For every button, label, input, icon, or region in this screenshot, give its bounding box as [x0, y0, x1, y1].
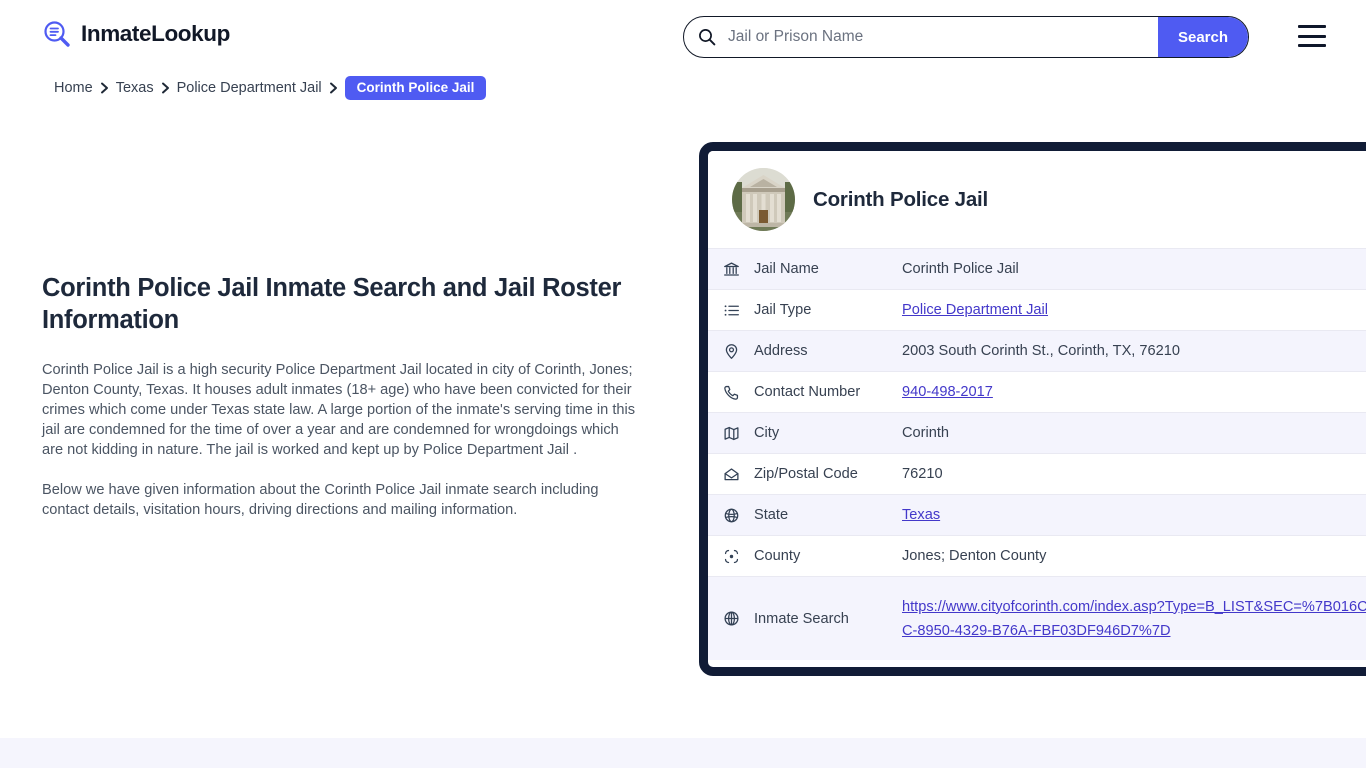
- envelope-icon: [708, 466, 754, 483]
- search-button[interactable]: Search: [1158, 17, 1248, 57]
- jail-details-table: Jail Name Corinth Police Jail Jail Type Pol…: [708, 248, 1366, 660]
- row-label: County: [754, 548, 801, 564]
- search-icon: [698, 28, 716, 46]
- table-row: City Corinth: [708, 412, 1366, 453]
- card-header: Corinth Police Jail: [708, 151, 1366, 248]
- row-label: Address: [754, 343, 808, 359]
- map-pin-icon: [708, 343, 754, 360]
- search-input[interactable]: [716, 17, 1158, 57]
- table-row: Jail Name Corinth Police Jail: [708, 248, 1366, 289]
- chevron-right-icon: [329, 82, 337, 94]
- row-value[interactable]: Police Department Jail: [902, 302, 1366, 318]
- article-column: Corinth Police Jail Inmate Search and Ja…: [42, 272, 642, 540]
- list-icon: [708, 302, 754, 319]
- county-icon: [708, 548, 754, 565]
- row-value-link[interactable]: Police Department Jail: [902, 302, 1048, 318]
- row-label: Jail Type: [754, 302, 812, 318]
- hamburger-bar: [1298, 34, 1326, 38]
- web-icon: [708, 610, 754, 627]
- table-row: State Texas: [708, 494, 1366, 535]
- row-label: Contact Number: [754, 384, 861, 400]
- row-value: Corinth Police Jail: [902, 261, 1019, 277]
- map-icon: [708, 425, 754, 442]
- globe-icon: [708, 507, 754, 524]
- row-value[interactable]: 940-498-2017: [902, 384, 1366, 400]
- row-value: Jones; Denton County: [902, 548, 1047, 564]
- card-title: Corinth Police Jail: [813, 187, 989, 211]
- row-label: City: [754, 425, 780, 441]
- row-label: State: [754, 507, 789, 523]
- footer-band: [0, 738, 1366, 768]
- logo-text: InmateLookup: [81, 21, 230, 46]
- hamburger-menu-icon[interactable]: [1298, 25, 1326, 47]
- row-label: Zip/Postal Code: [754, 466, 858, 482]
- breadcrumb-link-1[interactable]: Texas: [116, 78, 154, 98]
- jail-info-card: Corinth Police Jail Jail Name Corinth Pol…: [699, 142, 1366, 676]
- breadcrumb-link-0[interactable]: Home: [54, 78, 93, 98]
- hamburger-bar: [1298, 25, 1326, 28]
- intro-paragraph: Corinth Police Jail is a high security P…: [42, 362, 636, 458]
- bank-icon: [708, 261, 754, 278]
- breadcrumb-link-2[interactable]: Police Department Jail: [177, 78, 322, 98]
- magnifier-list-icon: [42, 19, 72, 49]
- phone-icon: [708, 384, 754, 401]
- table-row: Contact Number 940-498-2017: [708, 371, 1366, 412]
- chevron-right-icon: [100, 82, 108, 94]
- site-logo[interactable]: InmateLookup: [42, 19, 230, 49]
- search-bar[interactable]: Search: [683, 16, 1249, 58]
- courthouse-photo: [732, 168, 795, 231]
- table-row: Jail Type Police Department Jail: [708, 289, 1366, 330]
- row-value-link[interactable]: Texas: [902, 507, 940, 523]
- table-row: Address 2003 South Corinth St., Corinth, …: [708, 330, 1366, 371]
- row-value: 2003 South Corinth St., Corinth, TX, 762…: [902, 343, 1180, 359]
- table-row: County Jones; Denton County: [708, 535, 1366, 576]
- row-value: Corinth: [902, 425, 950, 441]
- row-value: 76210: [902, 466, 943, 482]
- row-label: Jail Name: [754, 261, 819, 277]
- row-label: Inmate Search: [754, 610, 849, 627]
- table-row: Zip/Postal Code 76210: [708, 453, 1366, 494]
- hamburger-bar: [1298, 44, 1326, 47]
- page-title: Corinth Police Jail Inmate Search and Ja…: [42, 274, 622, 334]
- row-value[interactable]: Texas: [902, 507, 1366, 523]
- chevron-right-icon: [161, 82, 169, 94]
- row-value-link[interactable]: https://www.cityofcorinth.com/index.asp?…: [902, 599, 1366, 639]
- row-value-link[interactable]: 940-498-2017: [902, 384, 993, 400]
- site-header: InmateLookup Search: [0, 0, 1366, 74]
- row-value[interactable]: https://www.cityofcorinth.com/index.asp?…: [902, 595, 1366, 643]
- breadcrumb-current: Corinth Police Jail: [344, 76, 487, 100]
- secondary-paragraph: Below we have given information about th…: [42, 482, 599, 518]
- table-row: Inmate Search https://www.cityofcorinth.c…: [708, 576, 1366, 660]
- breadcrumb: Home Texas Police Department Jail Corinth P…: [54, 76, 487, 100]
